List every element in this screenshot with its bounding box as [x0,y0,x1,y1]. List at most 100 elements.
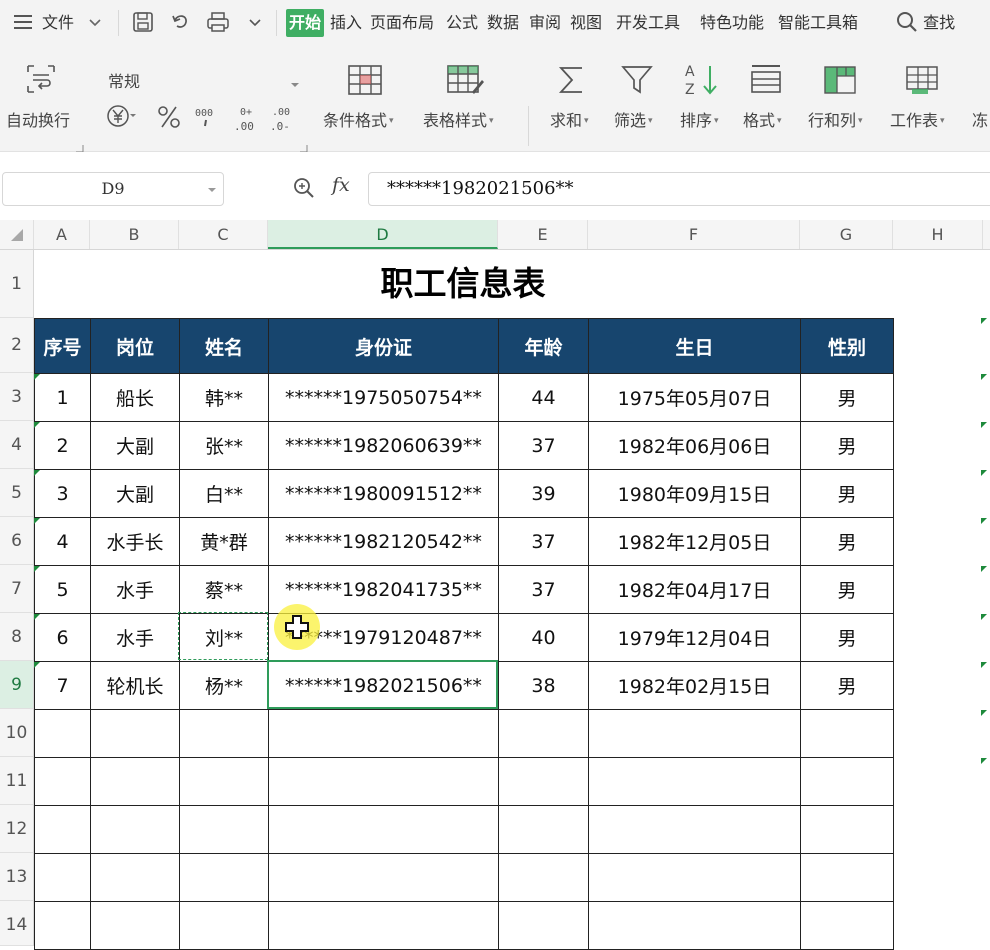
row-header[interactable]: 6 [0,517,33,565]
cell-gender[interactable]: 男 [800,565,894,614]
empty-cell[interactable] [34,853,91,902]
save-icon[interactable] [132,0,154,46]
empty-cell[interactable] [90,901,180,950]
cell-gender[interactable]: 男 [800,421,894,470]
worksheet-icon[interactable] [904,64,940,100]
cell-position[interactable]: 水手 [90,565,180,614]
empty-cell[interactable] [268,853,499,902]
empty-cell[interactable] [90,757,180,806]
column-header-h[interactable]: H [893,220,983,249]
cell-gender[interactable]: 男 [800,661,894,710]
cell-id-number[interactable]: ******1982060639** [268,421,499,470]
empty-cell[interactable] [179,853,269,902]
cell-birthday[interactable]: 1982年02月15日 [588,661,801,710]
empty-cell[interactable] [588,901,801,950]
zoom-formula-icon[interactable] [292,176,316,204]
row-header[interactable]: 11 [0,757,33,805]
cell-age[interactable]: 39 [498,469,589,518]
cell-index[interactable]: 7 [34,661,91,710]
cell-index[interactable]: 1 [34,373,91,422]
empty-cell[interactable] [800,901,894,950]
row-header[interactable]: 3 [0,373,33,421]
empty-cell[interactable] [90,853,180,902]
undo-icon[interactable] [170,0,192,46]
format-icon[interactable] [748,62,784,102]
filter-icon[interactable] [620,64,654,100]
cell-gender[interactable]: 男 [800,613,894,662]
increase-decimal-icon[interactable]: 0+ .00 [232,104,260,136]
row-header[interactable]: 10 [0,709,33,757]
empty-cell[interactable] [800,709,894,758]
cell-position[interactable]: 船长 [90,373,180,422]
format-button[interactable]: 格式 ▾ [743,107,782,131]
row-header[interactable]: 14 [0,901,33,946]
empty-cell[interactable] [498,709,589,758]
empty-cell[interactable] [498,901,589,950]
column-header-c[interactable]: C [179,220,268,249]
tab-home[interactable]: 开始 [286,9,325,37]
cell-age[interactable]: 37 [498,517,589,566]
cell-birthday[interactable]: 1982年12月05日 [588,517,801,566]
cell-index[interactable]: 2 [34,421,91,470]
conditional-format-button[interactable]: 条件格式 ▾ [323,107,394,131]
tab-page-layout[interactable]: 页面布局 [370,0,434,46]
empty-cell[interactable] [588,853,801,902]
currency-icon[interactable] [106,104,136,132]
tab-developer[interactable]: 开发工具 [616,0,680,46]
worksheet-button[interactable]: 工作表 ▾ [890,107,945,131]
number-format-dropdown-icon[interactable] [290,74,300,93]
cell-name[interactable]: 蔡** [179,565,269,614]
column-header-e[interactable]: E [498,220,588,249]
empty-cell[interactable] [90,709,180,758]
empty-cell[interactable] [800,853,894,902]
cell-birthday[interactable]: 1982年06月06日 [588,421,801,470]
tab-special-features[interactable]: 特色功能 [700,0,764,46]
column-header-f[interactable]: F [588,220,800,249]
column-header-b[interactable]: B [90,220,179,249]
cell-birthday[interactable]: 1980年09月15日 [588,469,801,518]
header-cell-position[interactable]: 岗位 [90,318,180,374]
row-header[interactable]: 5 [0,469,33,517]
cell-birthday[interactable]: 1979年12月04日 [588,613,801,662]
name-box[interactable]: D9 [2,172,224,206]
row-header[interactable]: 12 [0,805,33,853]
row-column-icon[interactable] [822,64,858,100]
tab-formulas[interactable]: 公式 [446,0,478,46]
cell-age[interactable]: 44 [498,373,589,422]
tab-review[interactable]: 审阅 [529,0,561,46]
empty-cell[interactable] [268,709,499,758]
chevron-down-icon[interactable] [207,186,217,194]
decrease-decimal-icon[interactable]: .00.0- [268,104,296,136]
column-header-a[interactable]: A [34,220,90,249]
empty-cell[interactable] [498,757,589,806]
table-style-icon[interactable] [446,64,484,100]
chevron-down-icon[interactable] [88,0,102,46]
header-cell-index[interactable]: 序号 [34,318,91,374]
cell-id-number[interactable]: ******1975050754** [268,373,499,422]
cell-position[interactable]: 轮机长 [90,661,180,710]
cell-index[interactable]: 4 [34,517,91,566]
cell-gender[interactable]: 男 [800,517,894,566]
tab-data[interactable]: 数据 [487,0,519,46]
search-button[interactable]: 查找 [896,0,955,46]
column-header-d[interactable]: D [268,220,498,249]
header-cell-age[interactable]: 年龄 [498,318,589,374]
thousands-separator-icon[interactable]: 000 [194,104,220,134]
percent-icon[interactable] [156,104,182,134]
cell-gender[interactable]: 男 [800,373,894,422]
row-header[interactable]: 2 [0,318,33,373]
cell-index[interactable]: 3 [34,469,91,518]
empty-cell[interactable] [179,805,269,854]
sum-button[interactable]: 求和 ▾ [550,107,589,131]
quick-access-dropdown-icon[interactable] [248,0,262,46]
hamburger-menu-icon[interactable] [14,0,32,46]
cell-position[interactable]: 水手长 [90,517,180,566]
cell-name[interactable]: 张** [179,421,269,470]
row-header[interactable]: 8 [0,613,33,661]
cell-index[interactable]: 6 [34,613,91,662]
row-header[interactable]: 13 [0,853,33,901]
cell-name[interactable]: 黄*群 [179,517,269,566]
empty-cell[interactable] [588,805,801,854]
empty-cell[interactable] [800,805,894,854]
cell-position[interactable]: 大副 [90,469,180,518]
